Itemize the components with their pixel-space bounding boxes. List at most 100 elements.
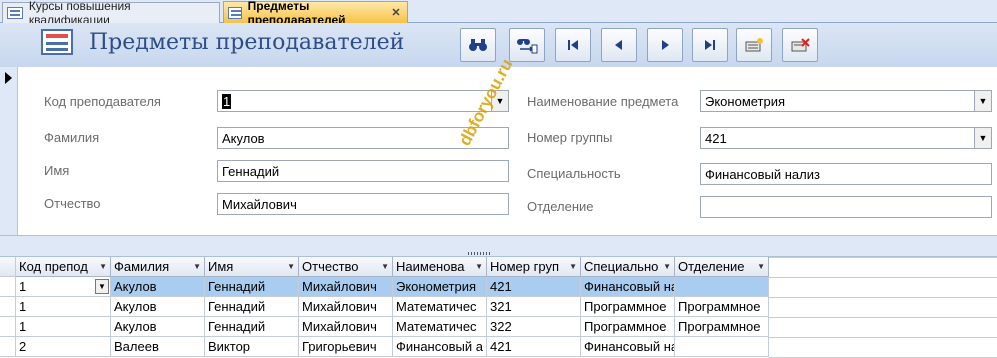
next-record-icon xyxy=(662,40,669,50)
row-selector[interactable] xyxy=(0,277,16,297)
previous-record-icon xyxy=(615,40,622,50)
table-cell[interactable]: Финансовый а xyxy=(393,337,487,357)
specialty-field[interactable]: Финансовый нализ xyxy=(700,163,992,185)
table-cell[interactable]: 322 xyxy=(487,317,581,337)
previous-record-button[interactable] xyxy=(601,28,637,62)
column-header-last-name[interactable]: Фамилия ▼ xyxy=(111,257,205,277)
table-cell[interactable]: 1 xyxy=(16,317,111,337)
chevron-down-icon[interactable]: ▼ xyxy=(974,91,991,111)
tab-teacher-subjects[interactable]: Предметы преподавателей ✕ xyxy=(223,0,408,27)
table-cell[interactable]: Геннадий xyxy=(205,317,299,337)
table-cell[interactable]: Михайлович xyxy=(299,277,393,297)
column-header-specialty[interactable]: Специально ▼ xyxy=(581,257,675,277)
last-name-label: Фамилия xyxy=(44,130,100,145)
column-header-first-name[interactable]: Имя ▼ xyxy=(205,257,299,277)
table-cell[interactable]: Акулов xyxy=(111,297,205,317)
delete-record-button[interactable] xyxy=(782,28,818,62)
first-record-icon xyxy=(568,40,578,50)
table-cell[interactable]: Михайлович xyxy=(299,317,393,337)
patronymic-label: Отчество xyxy=(44,196,101,211)
find-button[interactable] xyxy=(460,28,496,62)
table-row[interactable]: 2 Валеев Виктор Григорьевич Финансовый а… xyxy=(0,337,769,357)
group-number-combo[interactable]: 421 ▼ xyxy=(700,127,992,149)
subject-name-value: Эконометрия xyxy=(705,94,786,109)
teacher-code-combo[interactable]: 1 ▼ xyxy=(217,90,509,112)
chevron-down-icon[interactable]: ▼ xyxy=(193,262,201,271)
table-cell[interactable]: 1 xyxy=(16,297,111,317)
table-cell[interactable]: Программное xyxy=(581,297,675,317)
subject-name-combo[interactable]: Эконометрия ▼ xyxy=(700,90,992,112)
form-logo-icon xyxy=(41,29,73,55)
table-cell[interactable]: Программное xyxy=(581,317,675,337)
close-icon[interactable]: ✕ xyxy=(391,7,401,19)
form-icon xyxy=(7,7,23,19)
table-row[interactable]: 1 Акулов Геннадий Михайлович Математичес… xyxy=(0,297,769,317)
table-cell[interactable]: Геннадий xyxy=(205,297,299,317)
teacher-code-value: 1 xyxy=(222,94,232,109)
table-cell[interactable]: Математичес xyxy=(393,317,487,337)
table-cell[interactable]: Акулов xyxy=(111,317,205,337)
record-selector[interactable] xyxy=(0,67,18,235)
last-record-button[interactable] xyxy=(692,28,728,62)
first-record-button[interactable] xyxy=(555,28,591,62)
table-cell[interactable]: 421 xyxy=(487,277,581,297)
chevron-down-icon[interactable]: ▼ xyxy=(287,262,295,271)
chevron-down-icon[interactable]: ▼ xyxy=(757,262,765,271)
chevron-down-icon[interactable]: ▼ xyxy=(974,128,991,148)
table-cell[interactable]: Виктор xyxy=(205,337,299,357)
binoculars-replace-icon xyxy=(517,39,538,54)
table-cell[interactable]: Валеев xyxy=(111,337,205,357)
select-all-corner[interactable] xyxy=(0,257,16,277)
chevron-down-icon[interactable]: ▼ xyxy=(569,262,577,271)
column-header-patronymic[interactable]: Отчество ▼ xyxy=(299,257,393,277)
chevron-down-icon[interactable]: ▼ xyxy=(475,262,483,271)
next-record-button[interactable] xyxy=(647,28,683,62)
column-header-teacher-code[interactable]: Код препод ▼ xyxy=(16,257,111,277)
tab-training-courses[interactable]: Курсы повышения квалификации xyxy=(2,0,220,27)
table-cell-teacher-code[interactable]: 1 ▼ xyxy=(16,277,111,297)
column-header-subject[interactable]: Наименова ▼ xyxy=(393,257,487,277)
table-cell[interactable]: Математичес xyxy=(393,297,487,317)
teacher-code-label: Код преподавателя xyxy=(44,94,161,109)
table-cell[interactable] xyxy=(675,337,769,357)
group-number-label: Номер группы xyxy=(527,130,613,145)
department-field[interactable] xyxy=(700,196,992,218)
table-row[interactable]: 1 ▼ Акулов Геннадий Михайлович Эконометри… xyxy=(0,277,769,297)
table-cell[interactable]: Григорьевич xyxy=(299,337,393,357)
table-cell[interactable]: Программное xyxy=(675,317,769,337)
split-form-divider[interactable] xyxy=(0,235,997,257)
table-cell[interactable]: Программное xyxy=(675,297,769,317)
new-record-icon xyxy=(745,38,763,52)
replace-button[interactable] xyxy=(509,28,545,62)
document-tab-strip: Курсы повышения квалификации Предметы пр… xyxy=(0,0,997,27)
department-label: Отделение xyxy=(527,199,594,214)
first-name-label: Имя xyxy=(44,163,70,178)
splitter-grip-icon[interactable] xyxy=(468,252,490,255)
datasheet: Код препод ▼ Фамилия ▼ Имя ▼ Отчество ▼ Наим… xyxy=(0,257,997,358)
table-cell[interactable]: Михайлович xyxy=(299,297,393,317)
column-header-department[interactable]: Отделение ▼ xyxy=(675,257,769,277)
row-selector[interactable] xyxy=(0,337,16,357)
column-header-group[interactable]: Номер груп ▼ xyxy=(487,257,581,277)
table-cell[interactable]: Геннадий xyxy=(205,277,299,297)
chevron-down-icon[interactable]: ▼ xyxy=(95,279,109,294)
table-cell[interactable]: Эконометрия xyxy=(393,277,487,297)
table-cell[interactable]: 2 xyxy=(16,337,111,357)
table-cell[interactable]: Финансовый на xyxy=(581,337,675,357)
table-cell[interactable]: Финансовый на xyxy=(581,277,675,297)
table-cell[interactable]: Акулов xyxy=(111,277,205,297)
table-cell[interactable]: 421 xyxy=(487,337,581,357)
chevron-down-icon[interactable]: ▼ xyxy=(381,262,389,271)
new-record-button[interactable] xyxy=(736,28,772,62)
row-selector[interactable] xyxy=(0,317,16,337)
patronymic-field[interactable]: Михайлович xyxy=(217,193,509,215)
chevron-down-icon[interactable]: ▼ xyxy=(663,262,671,271)
table-cell[interactable] xyxy=(675,277,769,297)
table-row[interactable]: 1 Акулов Геннадий Михайлович Математичес… xyxy=(0,317,769,337)
delete-record-icon xyxy=(791,38,810,52)
specialty-label: Специальность xyxy=(527,166,621,181)
chevron-down-icon[interactable]: ▼ xyxy=(99,262,107,271)
table-cell[interactable]: 321 xyxy=(487,297,581,317)
row-selector[interactable] xyxy=(0,297,16,317)
first-name-field[interactable]: Геннадий xyxy=(217,160,509,182)
